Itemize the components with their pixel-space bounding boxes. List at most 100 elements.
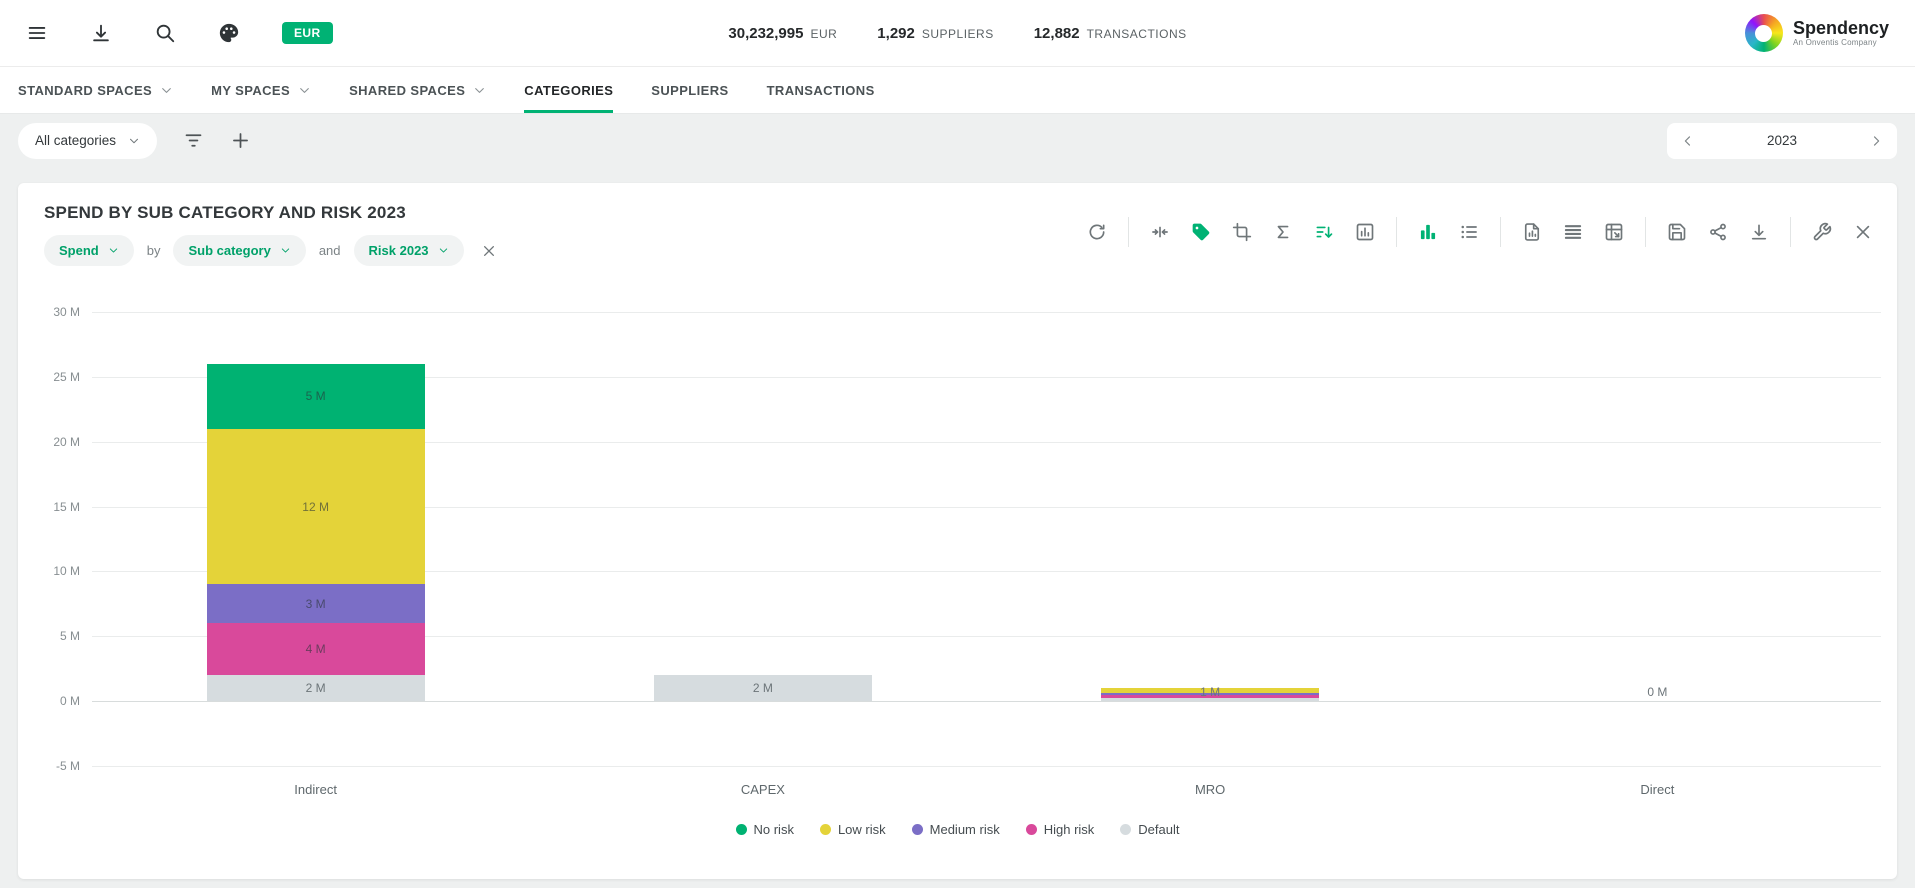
legend-item-high-risk[interactable]: High risk: [1026, 822, 1095, 837]
legend-item-no-risk[interactable]: No risk: [736, 822, 794, 837]
tab-label: STANDARD SPACES: [18, 83, 152, 98]
menu-button[interactable]: [26, 22, 48, 44]
list-view-button[interactable]: [1459, 222, 1479, 242]
brand-name: Spendency: [1793, 19, 1889, 38]
stat-value: 30,232,995: [728, 25, 803, 42]
measure-pill-label: Spend: [59, 243, 99, 258]
stat-suppliers: 1,292SUPPLIERS: [877, 25, 993, 42]
gridline: [92, 766, 1881, 767]
tab-categories[interactable]: CATEGORIES: [524, 67, 613, 113]
bar-segment-default[interactable]: 2 M: [207, 675, 425, 701]
sort-button[interactable]: [1314, 222, 1334, 242]
chevron-down-icon: [128, 135, 140, 147]
tab-standard-spaces[interactable]: STANDARD SPACES: [18, 67, 173, 113]
nav-tabs: STANDARD SPACES MY SPACES SHARED SPACES CAT…: [0, 67, 1915, 114]
x-axis-label-mro: MRO: [1195, 782, 1225, 797]
export-button[interactable]: [90, 22, 112, 44]
stat-label: TRANSACTIONS: [1087, 27, 1187, 41]
search-button[interactable]: [154, 22, 176, 44]
dimension-pills: Spend by Sub category and Risk 2023: [44, 235, 497, 266]
secondary-dimension-pill[interactable]: Risk 2023: [354, 235, 464, 266]
theme-palette-button[interactable]: [218, 22, 240, 44]
bar-indirect: 2 M 4 M 3 M 12 M5 M: [207, 312, 425, 766]
chevron-left-icon: [1681, 134, 1695, 148]
plot-area: 30 M25 M20 M15 M10 M5 M0 M-5 M2 M4 M3 M1…: [92, 312, 1881, 766]
stat-label: EUR: [810, 27, 837, 41]
next-year-button[interactable]: [1869, 134, 1883, 148]
bar-segment-high-risk[interactable]: 4 M: [207, 623, 425, 675]
download-chart-button[interactable]: [1749, 222, 1769, 242]
legend-label: Default: [1138, 822, 1179, 837]
legend-item-default[interactable]: Default: [1120, 822, 1179, 837]
dimension-pill[interactable]: Sub category: [173, 235, 305, 266]
toolbar-divider: [1500, 217, 1501, 247]
toolbar-divider: [1645, 217, 1646, 247]
y-axis-tick-label: 10 M: [34, 564, 80, 578]
bar-segment-default[interactable]: 2 M: [654, 675, 872, 701]
legend-dot: [736, 824, 747, 835]
x-axis-label-indirect: Indirect: [294, 782, 337, 797]
bar-segment-medium-risk[interactable]: 3 M: [207, 584, 425, 623]
frame-chart-button[interactable]: [1355, 222, 1375, 242]
bar-segment-low-risk[interactable]: 12 M: [207, 429, 425, 585]
legend-label: Low risk: [838, 822, 886, 837]
brand: Spendency An Onventis Company: [1745, 14, 1889, 52]
bar-capex: 2 M: [654, 312, 872, 766]
chevron-down-icon: [108, 245, 119, 256]
tab-label: SUPPLIERS: [651, 83, 728, 98]
y-axis-tick-label: 20 M: [34, 435, 80, 449]
refresh-button[interactable]: [1087, 222, 1107, 242]
legend-dot: [820, 824, 831, 835]
chevron-down-icon: [280, 245, 291, 256]
stat-transactions: 12,882TRANSACTIONS: [1034, 25, 1187, 42]
legend-item-low-risk[interactable]: Low risk: [820, 822, 886, 837]
add-analysis-button[interactable]: [230, 130, 251, 151]
brand-tagline: An Onventis Company: [1793, 38, 1889, 47]
table-rows-button[interactable]: [1563, 222, 1583, 242]
save-button[interactable]: [1667, 222, 1687, 242]
segment-value-label: 4 M: [306, 642, 326, 656]
merge-arrows-button[interactable]: [1150, 222, 1170, 242]
crop-button[interactable]: [1232, 222, 1252, 242]
currency-badge[interactable]: EUR: [282, 22, 333, 44]
conjunction-by: by: [147, 243, 161, 258]
tab-suppliers[interactable]: SUPPLIERS: [651, 67, 728, 113]
bar-chart-view-button[interactable]: [1418, 222, 1438, 242]
tab-shared-spaces[interactable]: SHARED SPACES: [349, 67, 486, 113]
tab-my-spaces[interactable]: MY SPACES: [211, 67, 311, 113]
tools-button[interactable]: [1812, 222, 1832, 242]
chart-legend: No risk Low risk Medium risk High risk Defau…: [34, 822, 1881, 837]
report-button[interactable]: [1522, 222, 1542, 242]
stat-label: SUPPLIERS: [922, 27, 994, 41]
tab-label: MY SPACES: [211, 83, 290, 98]
bar-segment-no-risk[interactable]: 5 M: [207, 364, 425, 429]
year-pager: 2023: [1667, 123, 1897, 159]
category-selector[interactable]: All categories: [18, 123, 157, 159]
tab-transactions[interactable]: TRANSACTIONS: [767, 67, 875, 113]
close-card-button[interactable]: [1853, 222, 1873, 242]
bar-total-label: 0 M: [1548, 685, 1766, 699]
legend-dot: [1120, 824, 1131, 835]
chevron-right-icon: [1869, 134, 1883, 148]
chart: 30 M25 M20 M15 M10 M5 M0 M-5 M2 M4 M3 M1…: [18, 312, 1897, 837]
tag-button[interactable]: [1191, 222, 1211, 242]
chevron-down-icon: [438, 245, 449, 256]
segment-value-label: 3 M: [306, 597, 326, 611]
pivot-table-button[interactable]: [1604, 222, 1624, 242]
measure-pill[interactable]: Spend: [44, 235, 134, 266]
remove-dimension-button[interactable]: [481, 243, 497, 259]
chevron-down-icon: [298, 84, 311, 97]
y-axis-tick-label: -5 M: [34, 759, 80, 773]
chevron-down-icon: [473, 84, 486, 97]
sum-button[interactable]: [1273, 222, 1293, 242]
prev-year-button[interactable]: [1681, 134, 1695, 148]
close-icon: [481, 243, 497, 259]
card-toolbar: [1087, 217, 1873, 247]
secondary-dimension-pill-label: Risk 2023: [369, 243, 429, 258]
toolbar-divider: [1790, 217, 1791, 247]
topbar-stats: 30,232,995 EUR 1,292SUPPLIERS 12,882TRANSAC…: [728, 25, 1186, 42]
tab-label: TRANSACTIONS: [767, 83, 875, 98]
legend-item-medium-risk[interactable]: Medium risk: [912, 822, 1000, 837]
share-button[interactable]: [1708, 222, 1728, 242]
filter-button[interactable]: [183, 130, 204, 151]
